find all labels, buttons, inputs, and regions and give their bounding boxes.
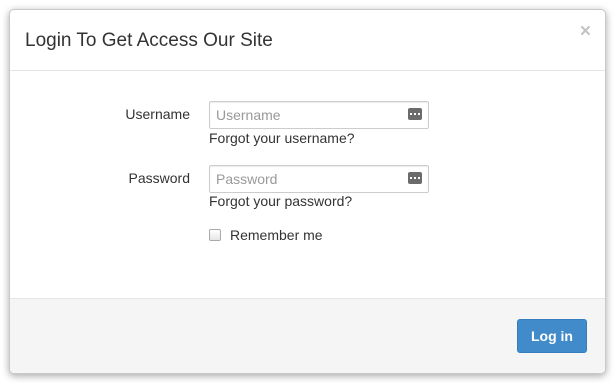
password-field[interactable] <box>209 165 429 193</box>
username-label: Username <box>125 106 190 122</box>
remember-me-label[interactable]: Remember me <box>230 226 323 244</box>
forgot-password-link[interactable]: Forgot your password? <box>209 192 352 210</box>
login-button[interactable]: Log in <box>517 319 587 353</box>
keyboard-icon <box>408 108 422 120</box>
forgot-username-link[interactable]: Forgot your username? <box>209 129 355 147</box>
password-input[interactable] <box>210 166 401 192</box>
keyboard-icon <box>408 172 422 184</box>
username-input[interactable] <box>210 102 401 128</box>
remember-me-checkbox[interactable] <box>209 229 221 241</box>
login-modal: Login To Get Access Our Site × Username … <box>9 9 606 374</box>
close-button[interactable]: × <box>580 22 591 42</box>
modal-footer: Log in <box>10 298 605 373</box>
password-label: Password <box>128 170 190 186</box>
modal-body: Username Forgot your username? Password … <box>10 71 605 300</box>
modal-header: Login To Get Access Our Site × <box>10 10 605 71</box>
modal-title: Login To Get Access Our Site <box>25 30 273 51</box>
username-field[interactable] <box>209 101 429 129</box>
